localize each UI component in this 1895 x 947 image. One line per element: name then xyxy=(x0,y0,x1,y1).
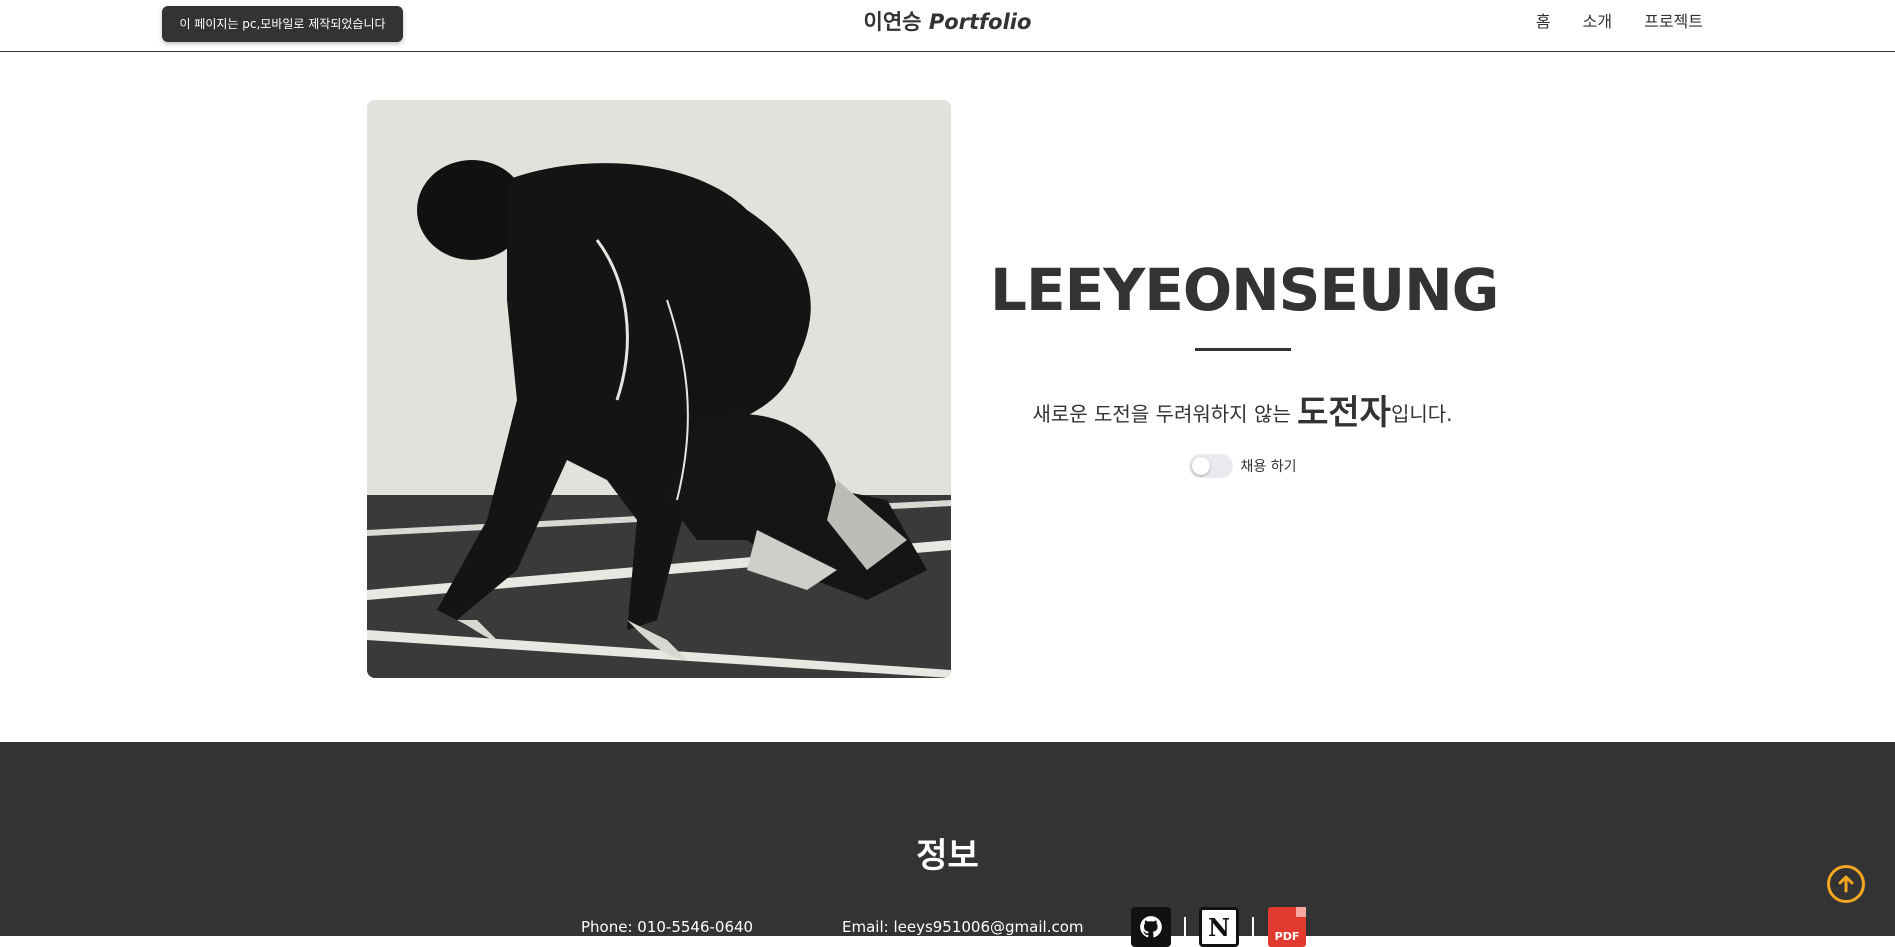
footer-email: Email: leeys951006@gmail.com xyxy=(842,918,1084,936)
footer-phone: Phone: 010-5546-0640 xyxy=(581,918,754,936)
scroll-to-top-button[interactable] xyxy=(1827,865,1865,903)
notion-link[interactable]: N xyxy=(1199,907,1239,947)
hero-divider xyxy=(1194,348,1291,351)
brand-suffix: Portfolio xyxy=(928,10,1032,34)
nav-item-projects[interactable]: 프로젝트 xyxy=(1644,10,1703,34)
tagline-suffix: 입니다. xyxy=(1390,402,1453,426)
hire-toggle-row: 채용 하기 xyxy=(990,454,1495,478)
site-header: 이 페이지는 pc,모바일로 제작되었습니다 이연승 Portfolio 홈 소… xyxy=(0,0,1895,52)
hire-toggle-switch[interactable] xyxy=(1188,454,1233,478)
github-icon xyxy=(1131,907,1171,947)
hero-sprinter-image xyxy=(367,100,951,678)
footer-title: 정보 xyxy=(916,836,979,876)
notion-icon: N xyxy=(1199,907,1239,947)
tagline-prefix: 새로운 도전을 두려워하지 않는 xyxy=(1032,402,1298,426)
nav-item-home[interactable]: 홈 xyxy=(1536,10,1551,34)
site-footer: 정보 Phone: 010-5546-0640 Email: leeys9510… xyxy=(0,742,1895,947)
hero-intro: LEEYEONSEUNG 새로운 도전을 두려워하지 않는 도전자입니다. 채용… xyxy=(990,240,1499,478)
nav-item-about[interactable]: 소개 xyxy=(1583,10,1612,34)
pdf-icon: PDF xyxy=(1268,907,1306,947)
pdf-link[interactable]: PDF xyxy=(1267,907,1307,947)
icon-separator xyxy=(1184,917,1186,937)
hire-toggle-label: 채용 하기 xyxy=(1240,459,1297,475)
icon-separator xyxy=(1252,917,1254,937)
github-link[interactable] xyxy=(1131,907,1171,947)
brand-name: 이연승 xyxy=(863,10,922,34)
footer-link-icons: N PDF xyxy=(1131,907,1307,947)
tagline-emphasis: 도전자 xyxy=(1297,393,1391,433)
main-nav: 홈 소개 프로젝트 xyxy=(1536,10,1703,34)
toggle-knob xyxy=(1191,457,1210,475)
hero-tagline: 새로운 도전을 두려워하지 않는 도전자입니다. xyxy=(990,393,1495,434)
hero-name-heading: LEEYEONSEUNG xyxy=(990,256,1499,324)
arrow-up-icon xyxy=(1838,875,1854,893)
